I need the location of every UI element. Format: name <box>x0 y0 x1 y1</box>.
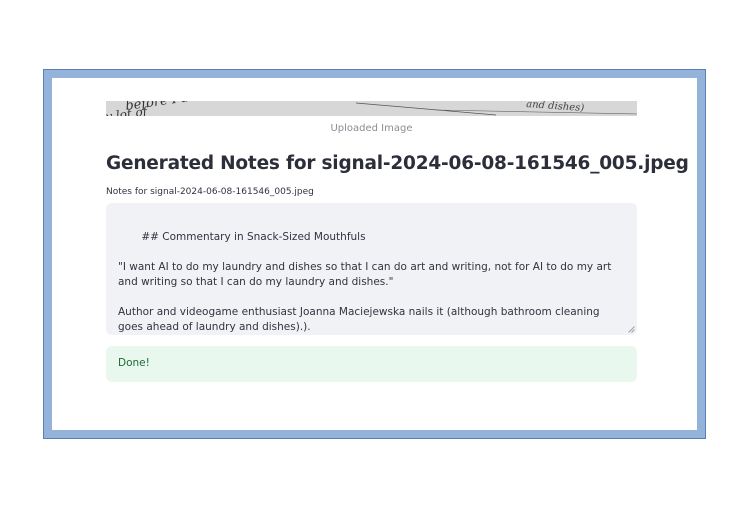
page-title: Generated Notes for signal-2024-06-08-16… <box>106 153 689 174</box>
resize-handle-icon[interactable] <box>628 326 635 333</box>
notes-field-label: Notes for signal-2024-06-08-161546_005.j… <box>106 187 314 197</box>
success-message: Done! <box>118 357 150 369</box>
uploaded-image: before I deserve y lot of and dishes) <box>106 101 637 116</box>
notes-text: ## Commentary in Snack-Sized Mouthfuls "… <box>118 231 612 333</box>
notes-textarea[interactable]: ## Commentary in Snack-Sized Mouthfuls "… <box>106 203 637 335</box>
screenshot-frame: before I deserve y lot of and dishes) Up… <box>43 69 706 439</box>
app-content: before I deserve y lot of and dishes) Up… <box>52 78 697 430</box>
success-alert: Done! <box>106 346 637 382</box>
image-caption: Uploaded Image <box>330 123 413 134</box>
